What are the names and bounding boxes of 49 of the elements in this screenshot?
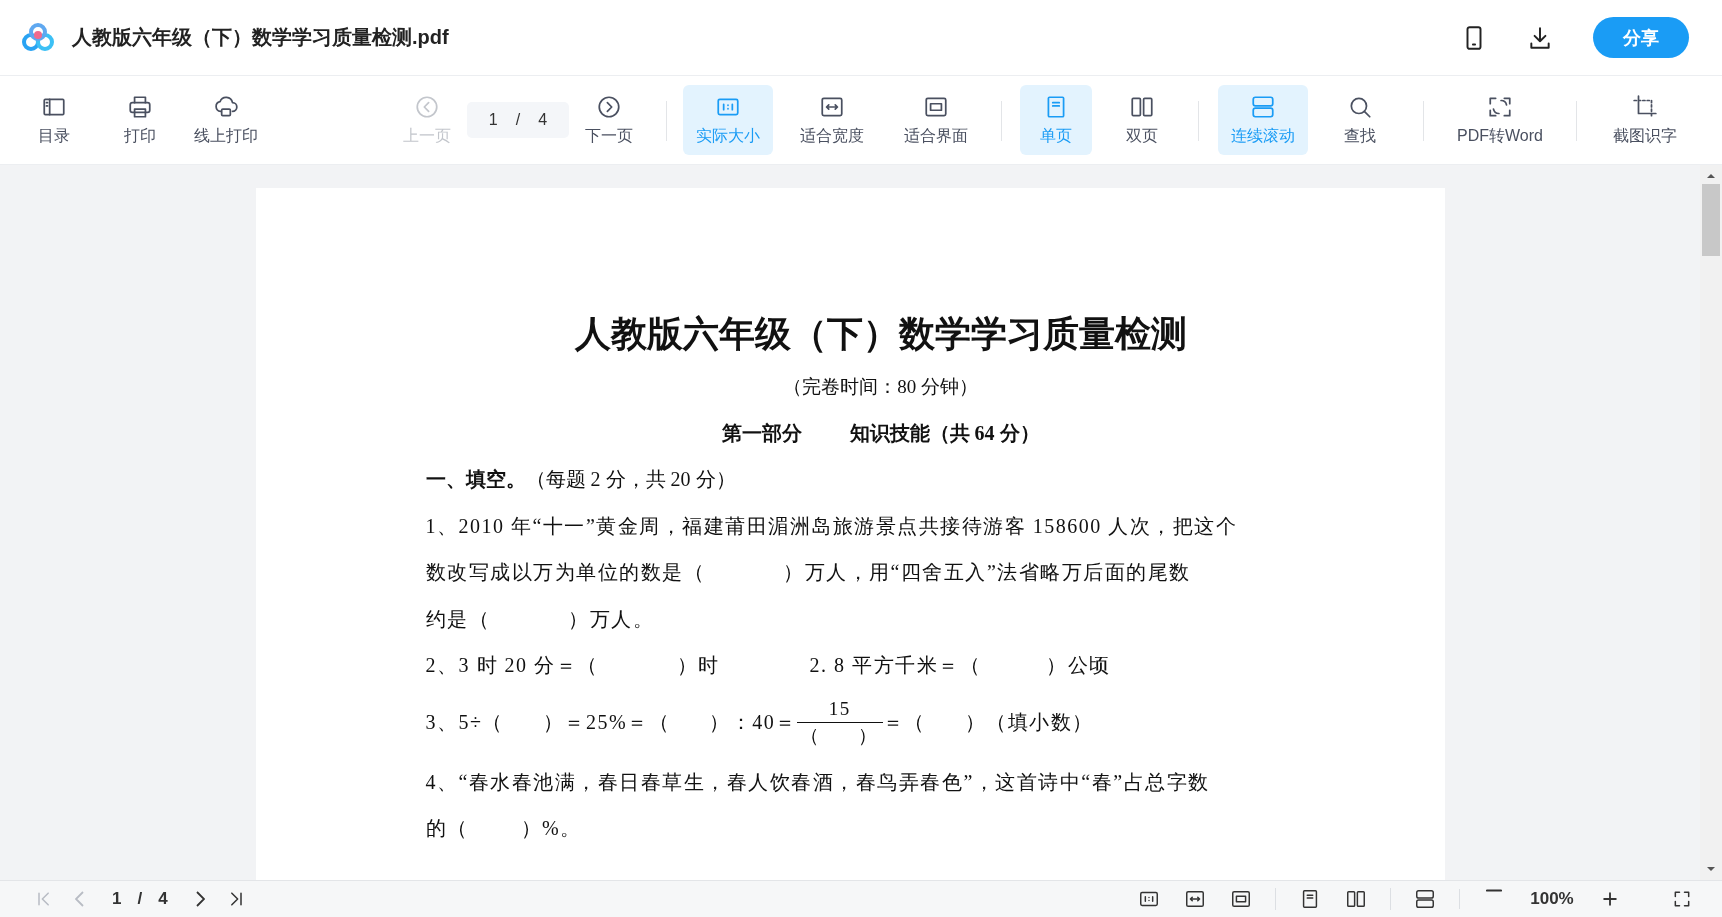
plus-icon bbox=[1600, 889, 1620, 909]
chevron-left-icon bbox=[414, 93, 440, 120]
scrollbar-thumb[interactable] bbox=[1702, 184, 1720, 256]
toolbar-button[interactable]: PDF转Word bbox=[1445, 85, 1555, 155]
toolbar-button[interactable]: 线上打印 bbox=[183, 85, 269, 155]
stacked-pages-icon bbox=[1414, 888, 1436, 910]
two-pages-icon bbox=[1345, 888, 1367, 910]
current-page: 1 bbox=[112, 889, 122, 909]
toolbar-button[interactable]: 适合宽度 bbox=[787, 85, 877, 155]
scrollbar[interactable] bbox=[1700, 165, 1722, 880]
stacked-pages-icon bbox=[1250, 93, 1276, 120]
page-separator: / bbox=[137, 889, 143, 909]
toolbar-button[interactable]: 目录 bbox=[11, 85, 97, 155]
fullscreen-icon bbox=[1672, 889, 1692, 909]
total-pages: 4 bbox=[158, 889, 168, 909]
document-title: 人教版六年级（下）数学学习质量检测 bbox=[573, 313, 1188, 356]
page-separator: / bbox=[515, 111, 521, 129]
chevron-left-icon bbox=[75, 891, 85, 907]
question-heading: 一、填空。（每题 2 分，共 20 分） bbox=[425, 467, 737, 492]
toolbar-button[interactable]: 双页 bbox=[1106, 85, 1178, 155]
file-title: 人教版六年级（下）数学学习质量检测.pdf bbox=[72, 25, 450, 50]
toolbar-button[interactable]: 打印 bbox=[97, 85, 183, 155]
total-pages: 4 bbox=[538, 111, 548, 129]
logo-icon bbox=[20, 22, 56, 53]
toolbar-button[interactable]: 查找 bbox=[1320, 85, 1400, 155]
zoom-level: 100% bbox=[1529, 889, 1575, 909]
minus-icon bbox=[1486, 889, 1502, 892]
section-heading: 第一部分 bbox=[721, 421, 802, 446]
toolbar-button[interactable]: 适合界面 bbox=[891, 85, 981, 155]
scroll-up-icon[interactable] bbox=[1706, 172, 1716, 180]
toolbar-button[interactable]: 截图识字 bbox=[1597, 85, 1693, 155]
question-text: 1、2010 年“十一”黄金周，福建莆田湄洲岛旅游景点共接待游客 158600 人次，把这个 数改写成以万为单位的数是（ ）万人，用“四舍五入”法省略万后面的尾数 约是（ ）万人。 bbox=[425, 513, 1239, 632]
printer-icon bbox=[127, 93, 153, 120]
fit-page-icon bbox=[1230, 888, 1252, 910]
question-text: 2. 8 平方千米＝（ ）公顷 bbox=[809, 653, 1111, 678]
current-page: 1 bbox=[488, 111, 498, 129]
chevron-right-icon bbox=[596, 93, 622, 120]
question-text: 4、“春水春池满，春日春草生，春人饮春酒，春鸟弄春色”，这首诗中“春”占总字数 的（ ）%。 bbox=[425, 769, 1211, 841]
chevron-right-icon bbox=[194, 891, 205, 907]
document-subtitle: （完卷时间：80 分钟） bbox=[782, 375, 979, 399]
toolbar-button[interactable]: 下一页 bbox=[569, 85, 649, 155]
section-heading: 知识技能（共 64 分） bbox=[849, 421, 1040, 446]
question-text: 2、3 时 20 分＝（ ）时 bbox=[425, 653, 720, 678]
download-button[interactable] bbox=[1527, 24, 1553, 51]
scroll-down-icon[interactable] bbox=[1706, 865, 1716, 873]
crop-icon bbox=[1632, 93, 1658, 120]
download-icon bbox=[1527, 24, 1553, 51]
page-number-field[interactable]: 1 / 4 bbox=[467, 102, 569, 138]
fit-width-icon bbox=[1184, 888, 1206, 910]
